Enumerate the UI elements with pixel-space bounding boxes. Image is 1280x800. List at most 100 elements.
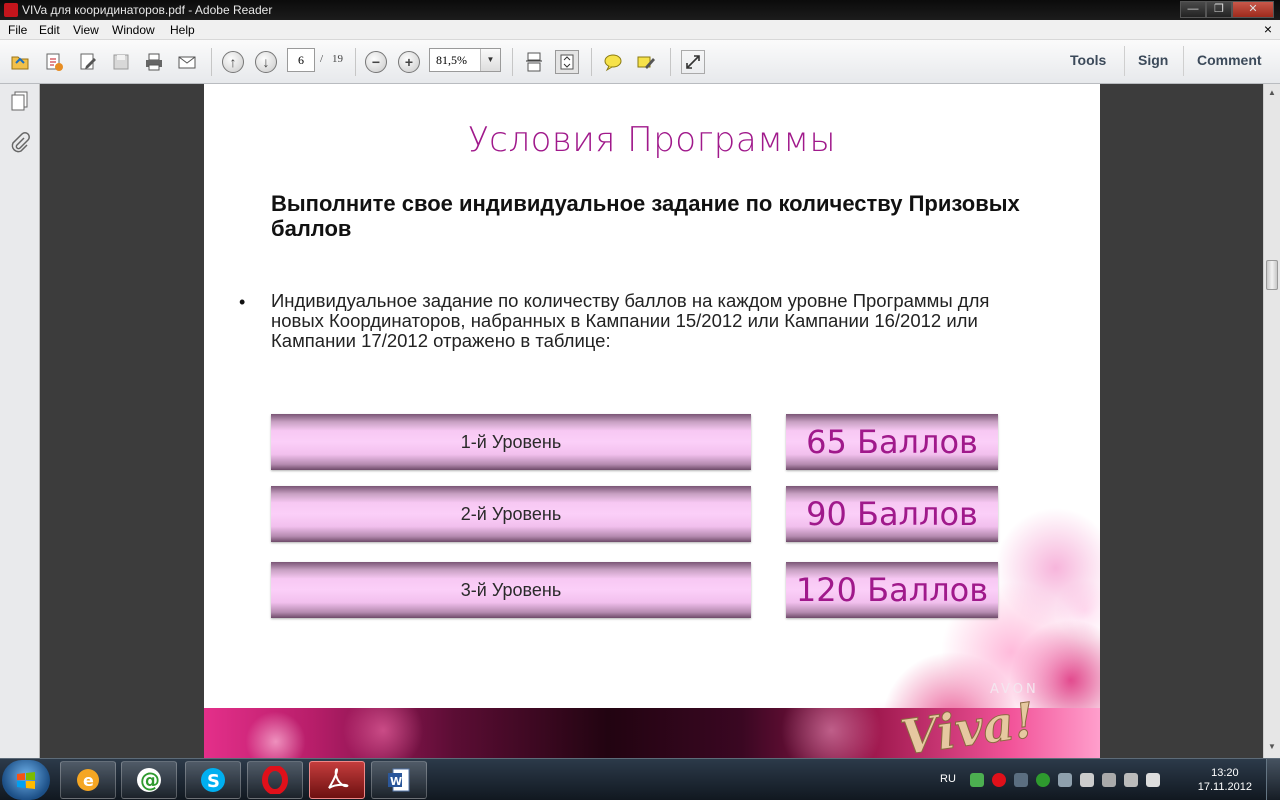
clock[interactable]: 13:20 17.11.2012: [1198, 766, 1252, 794]
minimize-button[interactable]: —: [1180, 1, 1206, 18]
page-separator: /: [320, 53, 324, 65]
display-tray-icon[interactable]: [1124, 773, 1138, 787]
level-3-points-bar: 120 Баллов: [786, 562, 998, 618]
taskbar: e @ S W RU 13:20 17.11.2012: [0, 758, 1280, 800]
page-subtitle: Выполните свое индивидуальное задание по…: [271, 191, 1020, 241]
antivirus-tray-icon[interactable]: [1014, 773, 1028, 787]
menu-file[interactable]: File: [8, 23, 27, 37]
word-icon: W: [388, 768, 410, 792]
adobe-reader-icon: [328, 768, 349, 789]
scrolling-mode-icon[interactable]: [522, 50, 546, 74]
attachments-icon[interactable]: [9, 132, 31, 154]
opera-icon: [262, 766, 288, 794]
highlight-text-icon[interactable]: [634, 50, 658, 74]
next-page-button[interactable]: ↓: [254, 50, 278, 74]
page-title: Условия Программы: [467, 120, 837, 160]
level-3-label: 3-й Уровень: [460, 579, 562, 600]
language-indicator[interactable]: RU: [940, 773, 956, 785]
maximize-button[interactable]: ❐: [1206, 1, 1232, 18]
clock-time: 13:20: [1211, 767, 1239, 779]
page-total: 19: [332, 53, 343, 65]
menu-edit[interactable]: Edit: [39, 23, 60, 37]
level-1-points: 65 Баллов: [806, 423, 978, 461]
tools-link[interactable]: Tools: [1070, 52, 1106, 68]
window-title: VIVa для кооридинаторов.pdf - Adobe Read…: [22, 3, 273, 17]
taskbar-mail-agent[interactable]: @: [121, 761, 177, 799]
toolbar-separator: [355, 48, 356, 76]
fit-page-icon[interactable]: [555, 50, 579, 74]
toolbar-separator: [1124, 46, 1125, 76]
toolbar-separator: [1183, 46, 1184, 76]
zoom-select[interactable]: 81,5% ▼: [429, 48, 501, 72]
scrollbar-thumb[interactable]: [1266, 260, 1278, 290]
level-3-bar: 3-й Уровень: [271, 562, 751, 618]
navigation-pane: [0, 84, 40, 758]
adobe-reader-icon: [4, 3, 18, 17]
menu-bar: File Edit View Window Help ×: [0, 20, 1280, 40]
level-2-points: 90 Баллов: [806, 495, 978, 533]
previous-page-button[interactable]: ↑: [221, 50, 245, 74]
level-2-points-bar: 90 Баллов: [786, 486, 998, 542]
document-viewport[interactable]: Условия Программы Выполните свое индивид…: [41, 84, 1263, 758]
menu-view[interactable]: View: [73, 23, 99, 37]
show-desktop-button[interactable]: [1266, 759, 1280, 800]
bullet-marker: •: [239, 292, 246, 312]
close-document-button[interactable]: ×: [1264, 21, 1272, 37]
taskbar-adobe-reader[interactable]: [309, 761, 365, 799]
arrow-up-icon: ↑: [222, 51, 244, 73]
zoom-out-button[interactable]: −: [364, 50, 388, 74]
windows-logo-icon: [17, 772, 35, 789]
viva-logo: Viva!: [897, 692, 1039, 754]
messenger-tray-icon[interactable]: [970, 773, 984, 787]
comment-link[interactable]: Comment: [1197, 52, 1262, 68]
mail-agent-icon: @: [137, 768, 161, 792]
opera-tray-icon[interactable]: [992, 773, 1006, 787]
level-3-points: 120 Баллов: [795, 571, 989, 609]
level-1-points-bar: 65 Баллов: [786, 414, 998, 470]
mail-tray-icon[interactable]: [1036, 773, 1050, 787]
comment-icon[interactable]: [601, 50, 625, 74]
taskbar-word[interactable]: W: [371, 761, 427, 799]
chevron-down-icon[interactable]: ▼: [480, 49, 500, 71]
svg-text:Viva!: Viva!: [897, 692, 1038, 754]
edit-document-icon[interactable]: [76, 50, 100, 74]
browser-icon: e: [77, 769, 99, 791]
toolbar-separator: [211, 48, 212, 76]
svg-text:e: e: [83, 771, 94, 790]
title-bar: VIVa для кооридинаторов.pdf - Adobe Read…: [0, 0, 1280, 20]
flag-tray-icon[interactable]: [1080, 773, 1094, 787]
menu-help[interactable]: Help: [170, 23, 195, 37]
level-2-label: 2-й Уровень: [460, 503, 562, 524]
page-thumbnails-icon[interactable]: [9, 90, 31, 112]
close-button[interactable]: ✕: [1232, 1, 1274, 18]
plus-icon: +: [398, 51, 420, 73]
toolbar-separator: [512, 48, 513, 76]
create-pdf-icon[interactable]: [42, 50, 66, 74]
device-tray-icon[interactable]: [1102, 773, 1116, 787]
email-icon[interactable]: [175, 50, 199, 74]
save-icon[interactable]: [109, 50, 133, 74]
print-icon[interactable]: [142, 50, 166, 74]
scroll-up-arrow[interactable]: ▲: [1266, 86, 1278, 100]
svg-text:S: S: [207, 771, 220, 792]
network-tray-icon[interactable]: [1058, 773, 1072, 787]
pdf-page: Условия Программы Выполните свое индивид…: [204, 84, 1100, 758]
start-button[interactable]: [2, 760, 50, 800]
taskbar-skype[interactable]: S: [185, 761, 241, 799]
taskbar-browser[interactable]: e: [60, 761, 116, 799]
zoom-in-button[interactable]: +: [397, 50, 421, 74]
open-file-icon[interactable]: [8, 50, 32, 74]
toolbar-separator: [591, 48, 592, 76]
sign-link[interactable]: Sign: [1138, 52, 1168, 68]
scroll-down-arrow[interactable]: ▼: [1266, 740, 1278, 754]
page-number-input[interactable]: 6: [287, 48, 315, 72]
zoom-value: 81,5%: [436, 53, 467, 67]
bullet-text: Индивидуальное задание по количеству бал…: [271, 290, 990, 351]
toolbar-separator: [670, 48, 671, 76]
skype-icon: S: [201, 768, 225, 792]
full-screen-icon[interactable]: [681, 50, 705, 74]
volume-icon[interactable]: [1146, 773, 1160, 787]
taskbar-opera[interactable]: [247, 761, 303, 799]
vertical-scrollbar[interactable]: ▲ ▼: [1263, 84, 1280, 758]
menu-window[interactable]: Window: [112, 23, 155, 37]
